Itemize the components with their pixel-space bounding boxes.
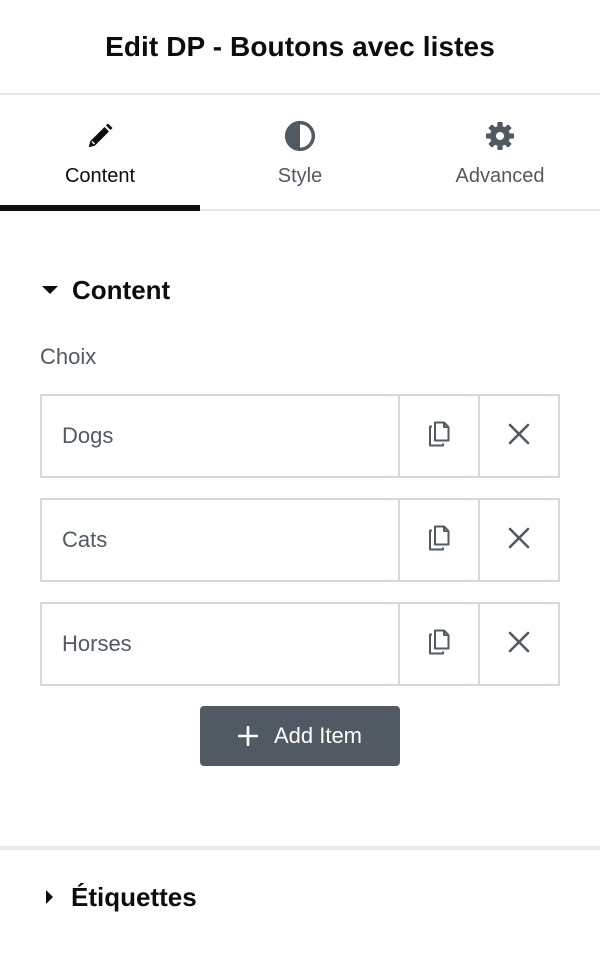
etiquettes-section-title: Étiquettes — [71, 881, 197, 912]
add-item-button[interactable]: Add Item — [200, 706, 400, 766]
add-item-label: Add Item — [273, 723, 363, 748]
repeater-item: Cats — [40, 498, 560, 582]
close-icon — [508, 527, 530, 554]
tab-content[interactable]: Content — [0, 95, 200, 211]
tab-content-label: Content — [64, 165, 136, 187]
panel-title: Edit DP - Boutons avec listes — [105, 30, 495, 62]
gear-icon — [483, 119, 517, 153]
repeater-item-title[interactable]: Horses — [42, 604, 398, 684]
content-section: Content Choix Dogs Cats Horses Add Item — [0, 260, 600, 766]
remove-button[interactable] — [478, 604, 558, 684]
duplicate-button[interactable] — [398, 500, 478, 580]
tab-style[interactable]: Style — [200, 95, 400, 209]
choix-label: Choix — [40, 344, 97, 369]
repeater-item: Dogs — [40, 394, 560, 478]
choix-repeater: Dogs Cats Horses — [40, 394, 560, 686]
etiquettes-section-toggle[interactable]: Étiquettes — [0, 850, 600, 944]
repeater-item-title[interactable]: Cats — [42, 500, 398, 580]
repeater-item-title[interactable]: Dogs — [42, 396, 398, 476]
copy-icon — [427, 525, 451, 556]
content-section-toggle[interactable]: Content — [40, 260, 560, 320]
copy-icon — [427, 629, 451, 660]
repeater-item: Horses — [40, 602, 560, 686]
tab-bar: Content Style Advanced — [0, 95, 600, 211]
duplicate-button[interactable] — [398, 604, 478, 684]
caret-right-icon — [46, 890, 53, 904]
panel-header: Edit DP - Boutons avec listes — [0, 0, 600, 95]
pencil-icon — [83, 119, 117, 153]
half-circle-icon — [283, 119, 317, 153]
tab-style-label: Style — [277, 165, 323, 187]
close-icon — [508, 423, 530, 450]
duplicate-button[interactable] — [398, 396, 478, 476]
tab-advanced[interactable]: Advanced — [400, 95, 600, 209]
plus-icon — [237, 726, 258, 746]
remove-button[interactable] — [478, 500, 558, 580]
close-icon — [508, 631, 530, 658]
remove-button[interactable] — [478, 396, 558, 476]
add-item-wrapper: Add Item — [40, 706, 560, 766]
content-section-title: Content — [72, 274, 171, 305]
tab-advanced-label: Advanced — [455, 165, 545, 187]
caret-down-icon — [42, 286, 58, 294]
copy-icon — [427, 421, 451, 452]
